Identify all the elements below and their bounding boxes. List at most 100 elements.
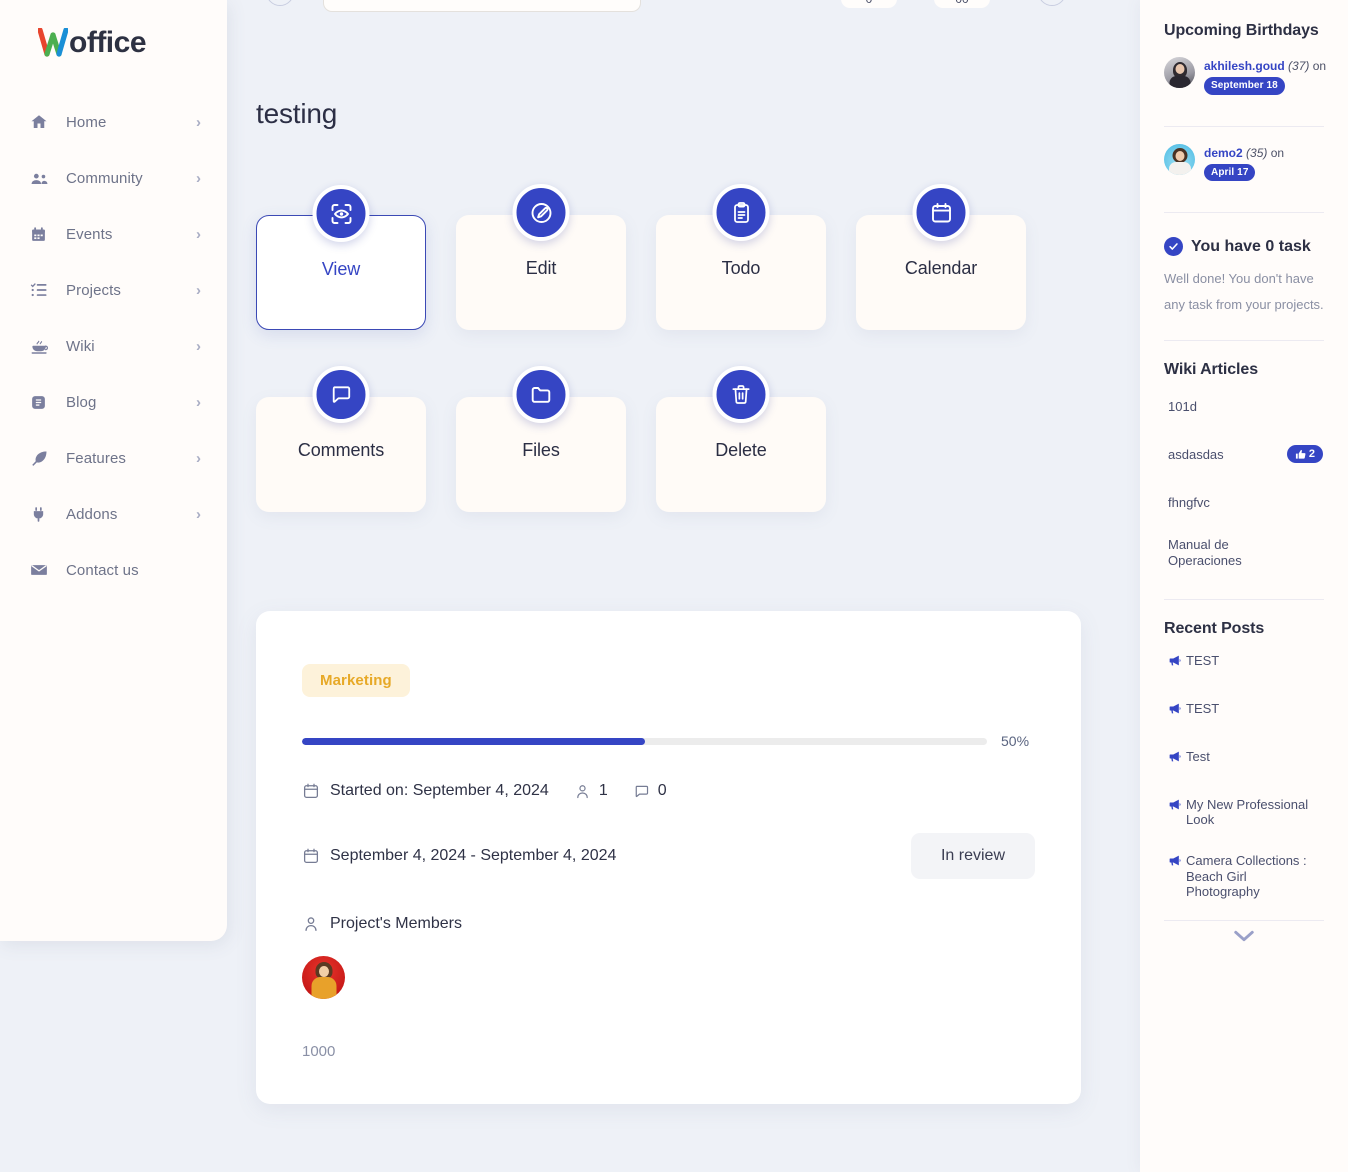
like-count-chip: 2 (1286, 445, 1323, 464)
project-detail-card: Marketing 50% Started on: September 4, 2… (256, 611, 1081, 1104)
sidebar-item-blog[interactable]: Blog › (0, 374, 227, 430)
avatar[interactable] (302, 956, 345, 999)
action-card-label: Calendar (904, 258, 978, 278)
birthday-text: demo2 (35) on April 17 (1204, 144, 1284, 182)
envelope-icon (30, 560, 56, 580)
folder-icon (512, 366, 570, 423)
recent-post-item[interactable]: My New Professional Look (1153, 786, 1335, 839)
scroll-down-chevron-icon[interactable] (1153, 929, 1335, 943)
blog-icon (30, 392, 56, 412)
plug-icon (30, 504, 56, 524)
divider (1164, 340, 1324, 342)
action-card-files[interactable]: Files (456, 366, 626, 512)
project-members-row: Project's Members (302, 915, 1035, 933)
divider (1164, 212, 1324, 214)
avatar (1164, 143, 1195, 175)
recent-post-item[interactable]: Test (1153, 738, 1335, 782)
megaphone-icon (1168, 854, 1181, 872)
project-started-row: Started on: September 4, 2024 1 0 (302, 782, 1035, 800)
comment-icon (312, 366, 370, 423)
sidebar-item-label: Wiki (66, 337, 95, 355)
toolbar-counter-button-1[interactable]: 0 (841, 0, 897, 8)
action-card-view[interactable]: View (256, 185, 426, 330)
sidebar-item-wiki[interactable]: Wiki › (0, 318, 227, 374)
members-count-value: 1 (598, 782, 608, 799)
project-date-range-label: September 4, 2024 - September 4, 2024 (330, 847, 617, 864)
like-count-value: 2 (1308, 448, 1315, 461)
sidebar-item-label: Community (66, 169, 143, 187)
woffice-w-mark-icon (38, 26, 68, 60)
sidebar-item-home[interactable]: Home › (0, 94, 227, 150)
recent-post-label: TEST (1186, 700, 1220, 716)
progress-fill (302, 737, 645, 745)
action-card-edit[interactable]: Edit (456, 184, 626, 330)
divider (1164, 598, 1324, 600)
wiki-article-item[interactable]: asdasdas 2 (1153, 433, 1335, 475)
check-circle-icon (1164, 237, 1183, 257)
project-date-range-row: September 4, 2024 - September 4, 2024 In… (302, 833, 1035, 879)
task-summary-header: You have 0 task (1164, 237, 1335, 257)
recent-post-label: Camera Collections : Beach Girl Photogra… (1186, 853, 1307, 899)
top-toolbar: 0 00 (227, 0, 1140, 14)
comments-count-value: 0 (657, 782, 667, 799)
megaphone-icon (1168, 654, 1181, 672)
birthday-name[interactable]: demo2 (1204, 146, 1243, 160)
brand-logo[interactable]: office (0, 0, 227, 60)
action-card-label: Files (522, 440, 560, 460)
view-eye-scan-icon (312, 185, 370, 242)
birthday-item[interactable]: demo2 (35) on April 17 (1153, 127, 1335, 199)
birthday-age: (35) (1246, 145, 1268, 160)
sidebar-item-events[interactable]: Events › (0, 206, 227, 262)
action-card-comments[interactable]: Comments (256, 366, 426, 512)
wiki-article-label: Manual de Operaciones (1168, 537, 1242, 568)
sidebar-item-projects[interactable]: Projects › (0, 262, 227, 318)
recent-post-item[interactable]: TEST (1153, 690, 1335, 734)
megaphone-icon (1168, 750, 1181, 768)
wiki-article-item[interactable]: Manual de Operaciones (1153, 529, 1335, 576)
search-input[interactable] (323, 0, 641, 12)
megaphone-icon (1168, 798, 1181, 816)
wiki-article-label: 101d (1168, 398, 1197, 414)
project-progress: 50% (302, 733, 1035, 749)
project-comments-count: 0 (633, 782, 667, 800)
calendar-icon (302, 847, 320, 865)
action-card-delete[interactable]: Delete (656, 366, 826, 512)
status-badge[interactable]: In review (910, 833, 1035, 879)
toolbar-left-circle-button[interactable] (266, 0, 294, 6)
task-summary-body: Well done! You don't have any task from … (1164, 271, 1324, 313)
wiki-article-item[interactable]: 101d (1153, 385, 1335, 427)
chevron-right-icon: › (196, 505, 201, 523)
wiki-article-item[interactable]: fhngfvc (1153, 481, 1335, 523)
chevron-right-icon: › (196, 281, 201, 299)
birthday-name[interactable]: akhilesh.goud (1204, 59, 1285, 73)
sidebar-nav: Home › Community › Events › Projects › W… (0, 94, 227, 598)
project-members-count: 1 (574, 782, 608, 800)
recent-posts-title: Recent Posts (1164, 619, 1265, 637)
wiki-icon (30, 336, 56, 356)
calendar-icon (30, 224, 56, 244)
recent-post-item[interactable]: Camera Collections : Beach Girl Photogra… (1153, 842, 1335, 910)
action-card-todo[interactable]: Todo (656, 184, 826, 330)
recent-post-item[interactable]: TEST (1153, 642, 1335, 686)
toolbar-avatar-button[interactable] (1038, 0, 1066, 6)
sidebar-item-addons[interactable]: Addons › (0, 486, 227, 542)
sidebar-item-contact-us[interactable]: Contact us (0, 542, 227, 598)
sidebar-item-features[interactable]: Features › (0, 430, 227, 486)
chevron-right-icon: › (196, 449, 201, 467)
right-sidebar: Upcoming Birthdays akhilesh.goud (37) on… (1140, 0, 1348, 1172)
sidebar-item-label: Features (66, 449, 126, 467)
clipboard-icon (712, 184, 770, 241)
chevron-right-icon: › (196, 393, 201, 411)
megaphone-icon (1168, 702, 1181, 720)
recent-post-label: Test (1186, 748, 1210, 764)
toolbar-counter-button-2[interactable]: 00 (934, 0, 990, 8)
birthday-item[interactable]: akhilesh.goud (37) on September 18 (1153, 40, 1335, 112)
wiki-article-label: asdasdas (1168, 446, 1224, 462)
sidebar-item-community[interactable]: Community › (0, 150, 227, 206)
list-icon (30, 280, 56, 300)
project-category-badge[interactable]: Marketing (302, 664, 410, 697)
avatar-face (318, 966, 329, 978)
action-card-calendar[interactable]: Calendar (856, 184, 1026, 330)
action-card-label: Edit (525, 258, 557, 278)
thumbs-up-icon (1295, 449, 1306, 459)
